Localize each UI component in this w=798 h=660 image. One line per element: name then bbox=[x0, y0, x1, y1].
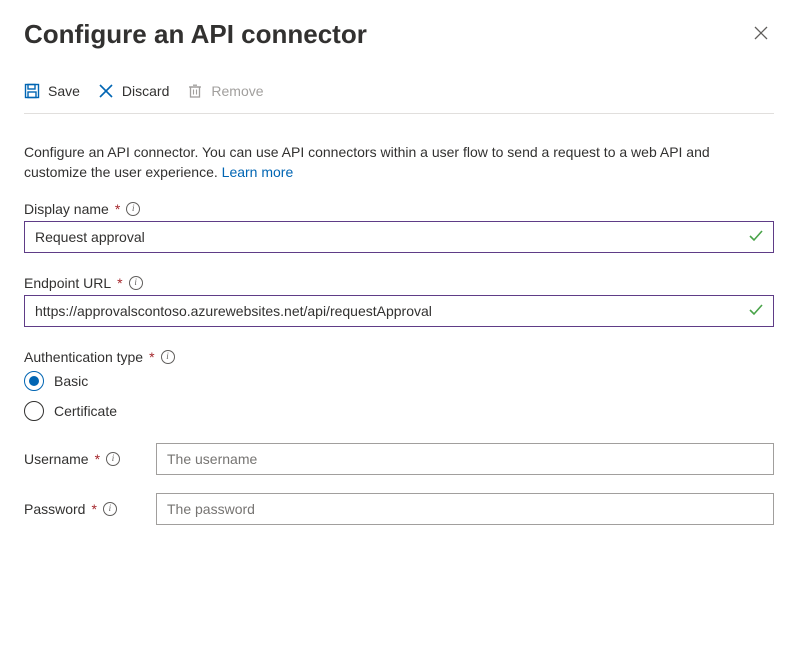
save-button[interactable]: Save bbox=[24, 83, 80, 99]
display-name-label: Display name bbox=[24, 201, 109, 217]
endpoint-url-label: Endpoint URL bbox=[24, 275, 111, 291]
info-icon[interactable]: i bbox=[129, 276, 143, 290]
trash-icon bbox=[187, 83, 203, 99]
info-icon[interactable]: i bbox=[126, 202, 140, 216]
close-button[interactable] bbox=[748, 18, 774, 51]
remove-label: Remove bbox=[211, 83, 263, 99]
required-asterisk: * bbox=[149, 349, 154, 365]
auth-type-basic-radio[interactable]: Basic bbox=[24, 371, 774, 391]
password-label: Password bbox=[24, 501, 85, 517]
required-asterisk: * bbox=[95, 451, 100, 467]
intro-text: Configure an API connector. You can use … bbox=[24, 142, 774, 183]
page-title: Configure an API connector bbox=[24, 19, 367, 50]
discard-label: Discard bbox=[122, 83, 169, 99]
auth-type-basic-label: Basic bbox=[54, 373, 88, 389]
discard-button[interactable]: Discard bbox=[98, 83, 169, 99]
info-icon[interactable]: i bbox=[103, 502, 117, 516]
info-icon[interactable]: i bbox=[161, 350, 175, 364]
save-label: Save bbox=[48, 83, 80, 99]
auth-type-certificate-radio[interactable]: Certificate bbox=[24, 401, 774, 421]
close-icon bbox=[754, 26, 768, 40]
username-input[interactable] bbox=[156, 443, 774, 475]
radio-unselected-icon bbox=[24, 401, 44, 421]
save-icon bbox=[24, 83, 40, 99]
password-input[interactable] bbox=[156, 493, 774, 525]
radio-selected-icon bbox=[24, 371, 44, 391]
required-asterisk: * bbox=[117, 275, 122, 291]
required-asterisk: * bbox=[115, 201, 120, 217]
auth-type-certificate-label: Certificate bbox=[54, 403, 117, 419]
display-name-input[interactable] bbox=[24, 221, 774, 253]
required-asterisk: * bbox=[91, 501, 96, 517]
auth-type-label: Authentication type bbox=[24, 349, 143, 365]
endpoint-url-input[interactable] bbox=[24, 295, 774, 327]
username-label: Username bbox=[24, 451, 89, 467]
info-icon[interactable]: i bbox=[106, 452, 120, 466]
remove-button: Remove bbox=[187, 83, 263, 99]
discard-icon bbox=[98, 83, 114, 99]
learn-more-link[interactable]: Learn more bbox=[222, 164, 294, 180]
